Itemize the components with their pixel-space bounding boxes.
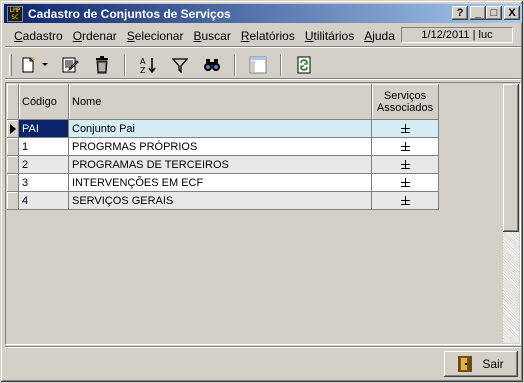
menu-selecionar[interactable]: Selecionar: [122, 25, 189, 47]
menu-ajuda[interactable]: Ajuda: [359, 25, 400, 47]
menu-buscar[interactable]: Buscar: [188, 25, 235, 47]
refresh-button[interactable]: [292, 54, 316, 76]
find-icon: [204, 58, 220, 71]
row-indicator: [7, 138, 19, 156]
refresh-icon: [297, 56, 311, 73]
toolbar-separator: [124, 53, 126, 76]
header-indicator: [7, 84, 19, 120]
window-button[interactable]: [246, 54, 270, 76]
exit-door-icon: [458, 356, 473, 372]
column-servicos-line1: Serviços: [383, 89, 427, 102]
sort-button[interactable]: AZ: [136, 54, 160, 76]
expand-plus-icon[interactable]: [400, 124, 410, 133]
row-indicator: [7, 120, 19, 138]
row-indicator: [7, 156, 19, 174]
delete-icon: [96, 55, 108, 73]
menu-cadastro[interactable]: Cadastro: [5, 25, 68, 47]
expand-plus-icon[interactable]: [400, 160, 410, 169]
close-button[interactable]: X: [504, 6, 520, 20]
toolbar-grip[interactable]: [9, 53, 12, 76]
vertical-scrollbar[interactable]: [503, 84, 519, 343]
cell-servicos[interactable]: [372, 192, 439, 210]
grid-header: Código Nome Serviços Associados: [7, 84, 441, 120]
row-indicator: [7, 192, 19, 210]
footer-divider: [5, 346, 521, 348]
cell-nome[interactable]: SERVIÇOS GERAIS: [69, 192, 372, 210]
cell-servicos[interactable]: [372, 120, 439, 138]
scrollbar-thumb[interactable]: [503, 84, 519, 232]
new-icon: [22, 56, 36, 72]
cell-nome[interactable]: PROGRAMAS DE TERCEIROS: [69, 156, 372, 174]
new-dropdown-button[interactable]: [40, 54, 50, 76]
svg-text:Z: Z: [140, 66, 146, 74]
menu-relatorios[interactable]: Relatórios: [236, 25, 300, 47]
title-bar[interactable]: LMP SC Cadastro de Conjuntos de Serviços…: [4, 4, 522, 23]
cell-codigo[interactable]: 1: [19, 138, 69, 156]
help-button[interactable]: ?: [452, 6, 468, 20]
expand-plus-icon[interactable]: [400, 196, 410, 205]
cell-servicos[interactable]: [372, 138, 439, 156]
table-row[interactable]: 4 SERVIÇOS GERAIS: [7, 192, 441, 210]
cell-nome[interactable]: INTERVENÇÕES EM ECF: [69, 174, 372, 192]
toolbar: AZ: [5, 51, 521, 79]
exit-button-label: Sair: [482, 357, 504, 371]
edit-button[interactable]: [58, 54, 82, 76]
main-window: LMP SC Cadastro de Conjuntos de Serviços…: [0, 0, 524, 383]
cell-codigo[interactable]: 3: [19, 174, 69, 192]
expand-plus-icon[interactable]: [400, 142, 410, 151]
cell-servicos[interactable]: [372, 156, 439, 174]
menu-utilitarios[interactable]: Utilitários: [300, 25, 359, 47]
menu-ordenar[interactable]: Ordenar: [68, 25, 122, 47]
row-indicator: [7, 174, 19, 192]
dropdown-arrow-icon: [42, 62, 48, 66]
expand-plus-icon[interactable]: [400, 178, 410, 187]
table-row[interactable]: PAI Conjunto Pai: [7, 120, 441, 138]
app-icon: LMP SC: [7, 5, 23, 22]
sort-az-icon: AZ: [140, 57, 156, 74]
find-button[interactable]: [200, 54, 224, 76]
toolbar-separator: [234, 53, 236, 76]
current-row-arrow-icon: [9, 123, 16, 134]
column-codigo[interactable]: Código: [19, 84, 69, 120]
grid-container: Código Nome Serviços Associados PAI Conj…: [5, 82, 521, 345]
cell-nome[interactable]: Conjunto Pai: [69, 120, 372, 138]
filter-icon: [172, 57, 188, 73]
filter-button[interactable]: [168, 54, 192, 76]
column-nome[interactable]: Nome: [69, 84, 372, 120]
window-title: Cadastro de Conjuntos de Serviços: [28, 6, 231, 21]
status-box: 1/12/2011 | luc: [401, 27, 513, 43]
menu-bar: Cadastro Ordenar Selecionar Buscar Relat…: [5, 25, 521, 47]
column-servicos-line2: Associados: [376, 101, 434, 114]
table-row[interactable]: 2 PROGRAMAS DE TERCEIROS: [7, 156, 441, 174]
cell-codigo[interactable]: 4: [19, 192, 69, 210]
column-servicos[interactable]: Serviços Associados: [372, 84, 439, 120]
minimize-button[interactable]: _: [470, 6, 486, 20]
toolbar-separator: [280, 53, 282, 76]
maximize-button[interactable]: □: [486, 6, 502, 20]
delete-button[interactable]: [90, 54, 114, 76]
svg-text:A: A: [140, 57, 146, 66]
cell-codigo[interactable]: PAI: [19, 120, 69, 138]
table-row[interactable]: 1 PROGRMAS PRÓPRIOS: [7, 138, 441, 156]
window-icon: [249, 56, 267, 73]
exit-button[interactable]: Sair: [444, 351, 518, 377]
cell-nome[interactable]: PROGRMAS PRÓPRIOS: [69, 138, 372, 156]
edit-icon: [62, 57, 79, 72]
table-row[interactable]: 3 INTERVENÇÕES EM ECF: [7, 174, 441, 192]
cell-codigo[interactable]: 2: [19, 156, 69, 174]
new-button[interactable]: [16, 54, 40, 76]
cell-servicos[interactable]: [372, 174, 439, 192]
data-grid: Código Nome Serviços Associados PAI Conj…: [7, 84, 441, 210]
